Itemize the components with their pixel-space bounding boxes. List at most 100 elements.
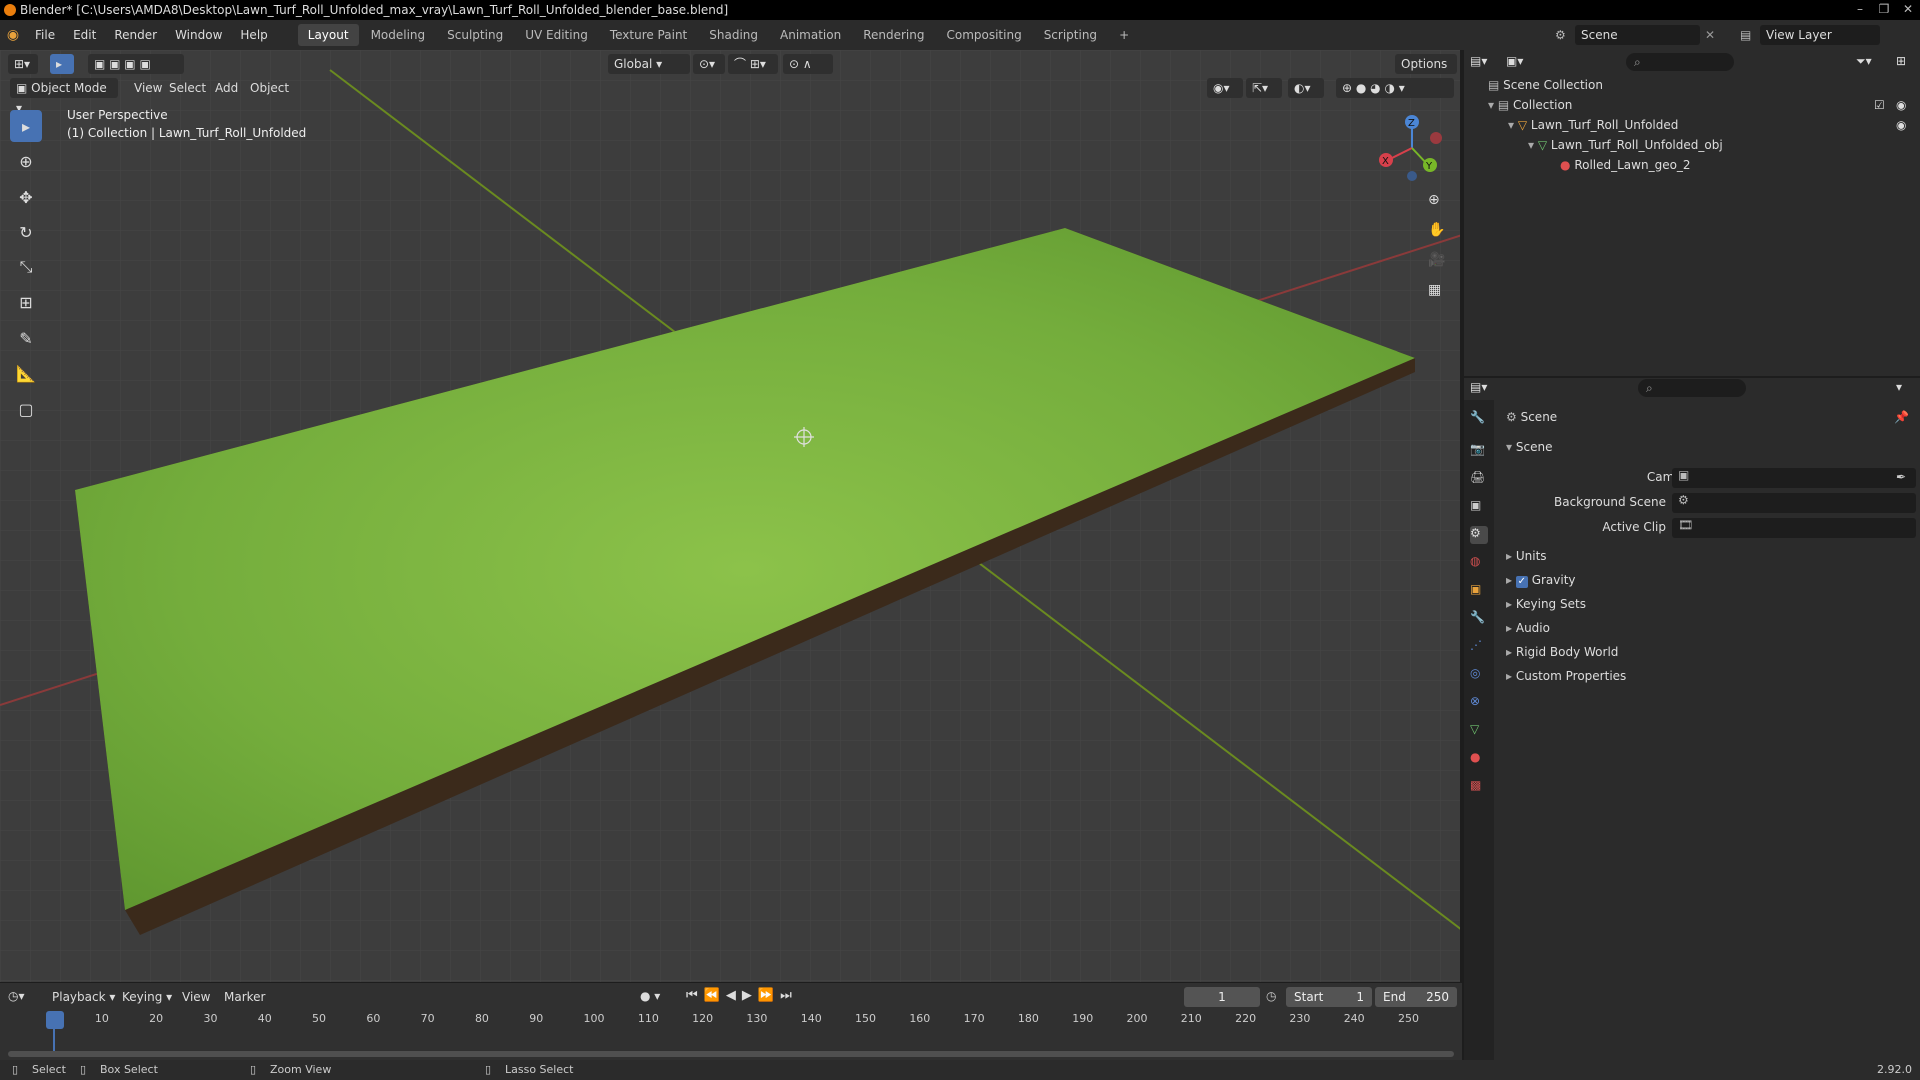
menu-render[interactable]: Render [105,20,166,50]
navigation-gizmo[interactable]: Z X Y [1370,110,1470,190]
tab-uv-editing[interactable]: UV Editing [515,24,598,46]
timeline-menu-marker[interactable]: Marker [218,987,271,1007]
measure-tool-icon[interactable]: 📐 [10,357,42,389]
outliner-display-mode-icon[interactable]: ▣▾ [1506,54,1523,68]
tab-shading[interactable]: Shading [699,24,768,46]
end-frame-field[interactable]: End 250 [1375,987,1457,1007]
pivot-icon[interactable]: ⊙▾ [693,54,725,74]
outliner-root[interactable]: ▤ Scene Collection [1488,78,1603,92]
editor-type-button[interactable]: ⊞▾ [8,54,38,74]
gizmo-neg-z-icon[interactable] [1407,171,1417,181]
viewport-menu-select[interactable]: Select [163,78,212,98]
annotate-tool-icon[interactable]: ✎ [10,322,42,354]
move-tool-icon[interactable]: ✥ [10,181,42,213]
expand-arrow-icon[interactable]: ▾ [1488,98,1494,112]
selection-mode-buttons[interactable]: ▣ ▣ ▣ ▣ [88,54,184,74]
menu-window[interactable]: Window [166,20,231,50]
outliner-item-material[interactable]: ● Rolled_Lawn_geo_2 [1560,158,1691,172]
minimize-button[interactable]: – [1848,0,1872,20]
pan-hand-icon[interactable]: ✋ [1428,222,1445,238]
transform-tool-icon[interactable]: ⊞ [10,286,42,318]
audio-panel-header[interactable]: ▸ Audio [1506,621,1550,635]
scene-tab-icon[interactable]: ⚙ [1470,526,1488,544]
outliner-filter-icon[interactable]: ⏷▾ [1856,54,1872,69]
visibility-icon[interactable]: ◉▾ [1207,78,1243,98]
scene-section-header[interactable]: ▾ Scene [1506,440,1552,454]
blender-menu-icon[interactable]: ◉ [0,27,26,43]
timeline-menu-keying[interactable]: Keying ▾ [116,987,178,1007]
world-tab-icon[interactable]: ◍ [1470,554,1488,572]
object-tab-icon[interactable]: ▣ [1470,582,1488,600]
data-tab-icon[interactable]: ▽ [1470,722,1488,740]
menu-file[interactable]: File [26,20,64,50]
outliner-item-mesh[interactable]: ▾ ▽ Lawn_Turf_Roll_Unfolded_obj [1528,138,1723,152]
menu-help[interactable]: Help [231,20,276,50]
view-layer-tab-icon[interactable]: ▣ [1470,498,1488,516]
select-box-tool-icon[interactable]: ▸ [10,110,42,142]
exclude-checkbox-icon[interactable]: ☑ [1874,98,1885,112]
add-cube-tool-icon[interactable]: ▢ [10,393,42,425]
maximize-button[interactable]: ❐ [1872,0,1896,20]
outliner-item-collection[interactable]: ▾ ▤ Collection [1488,98,1572,112]
timeline-scrollbar[interactable] [8,1051,1454,1057]
timeline-editor-type-icon[interactable]: ◷▾ [8,989,25,1003]
properties-search-input[interactable]: ⌕ [1638,379,1746,397]
scene-selector[interactable]: Scene [1575,25,1700,45]
expand-arrow-icon[interactable]: ▾ [1508,118,1514,132]
camera-view-icon[interactable]: 🎥 [1428,252,1445,268]
zoom-icon[interactable]: ⊕ [1428,192,1440,208]
view-layer-icon[interactable]: ▤ [1740,28,1760,42]
3d-viewport[interactable] [0,50,1462,982]
properties-editor-type-icon[interactable]: ▤▾ [1470,380,1487,394]
camera-field[interactable]: ▣ [1672,468,1916,488]
snap-icon[interactable]: ⌒ ⊞▾ [728,54,778,74]
background-scene-field[interactable]: ⚙ [1672,493,1916,513]
object-mode-selector[interactable]: ▣ Object Mode ▾ [10,78,118,115]
playback-controls[interactable]: ⏮⏪◀▶⏩⏭ [686,988,798,1003]
modifier-tab-icon[interactable]: 🔧 [1470,610,1488,628]
ortho-toggle-icon[interactable]: ▦ [1428,282,1441,298]
physics-tab-icon[interactable]: ◎ [1470,666,1488,684]
hide-eye-icon[interactable]: ◉ [1896,98,1906,112]
constraints-tab-icon[interactable]: ⊗ [1470,694,1488,712]
gravity-checkbox[interactable]: ✓ [1515,576,1528,588]
properties-options-icon[interactable]: ▾ [1896,380,1902,394]
tab-layout[interactable]: Layout [297,24,359,46]
transform-orientation[interactable]: Global ▾ [608,54,690,74]
shading-mode-buttons[interactable]: ⊕ ● ◕ ◑ ▾ [1336,78,1454,98]
eyedropper-icon[interactable]: ✒ [1896,470,1906,484]
active-clip-field[interactable]: 🎞 [1672,518,1916,538]
tab-animation[interactable]: Animation [770,24,851,46]
playhead-marker[interactable] [46,1011,64,1029]
units-panel-header[interactable]: ▸ Units [1506,549,1547,563]
expand-arrow-icon[interactable]: ▾ [1528,138,1534,152]
view-layer-selector[interactable]: View Layer [1760,25,1880,45]
current-frame-field[interactable]: 1 [1184,987,1260,1007]
tab-scripting[interactable]: Scripting [1034,24,1107,46]
gizmo-neg-x-icon[interactable] [1430,132,1442,144]
select-tool-icon[interactable]: ▸ [50,54,74,74]
rigid-body-panel-header[interactable]: ▸ Rigid Body World [1506,645,1618,659]
viewport-menu-object[interactable]: Object [244,78,295,98]
outliner-item-lawn[interactable]: ▾ ▽ Lawn_Turf_Roll_Unfolded [1508,118,1678,132]
rotate-tool-icon[interactable]: ↻ [10,216,42,248]
custom-props-panel-header[interactable]: ▸ Custom Properties [1506,669,1626,683]
close-button[interactable]: ✕ [1896,0,1920,20]
keying-sets-panel-header[interactable]: ▸ Keying Sets [1506,597,1586,611]
tool-tab-icon[interactable]: 🔧 [1470,410,1488,428]
output-tab-icon[interactable]: 🖨 [1470,470,1488,488]
timeline-menu-playback[interactable]: Playback ▾ [46,987,121,1007]
start-frame-field[interactable]: Start 1 [1286,987,1372,1007]
outliner-editor-type-icon[interactable]: ▤▾ [1470,54,1487,68]
scale-tool-icon[interactable]: ⤡ [10,251,42,283]
gizmo-toggle-icon[interactable]: ⇱▾ [1246,78,1282,98]
gravity-panel-header[interactable]: ▸ ✓ Gravity [1506,573,1576,588]
auto-keying-icon[interactable]: ● ▾ [640,989,660,1003]
add-workspace-button[interactable]: + [1109,24,1139,46]
frame-ruler[interactable]: 1102030405060708090100110120130140150160… [0,1011,1462,1029]
new-collection-icon[interactable]: ⊞ [1896,54,1906,68]
scene-icon[interactable]: ⚙ [1555,28,1575,42]
tab-sculpting[interactable]: Sculpting [437,24,513,46]
viewport-menu-add[interactable]: Add [209,78,244,98]
pin-icon[interactable]: 📌 [1894,410,1909,424]
